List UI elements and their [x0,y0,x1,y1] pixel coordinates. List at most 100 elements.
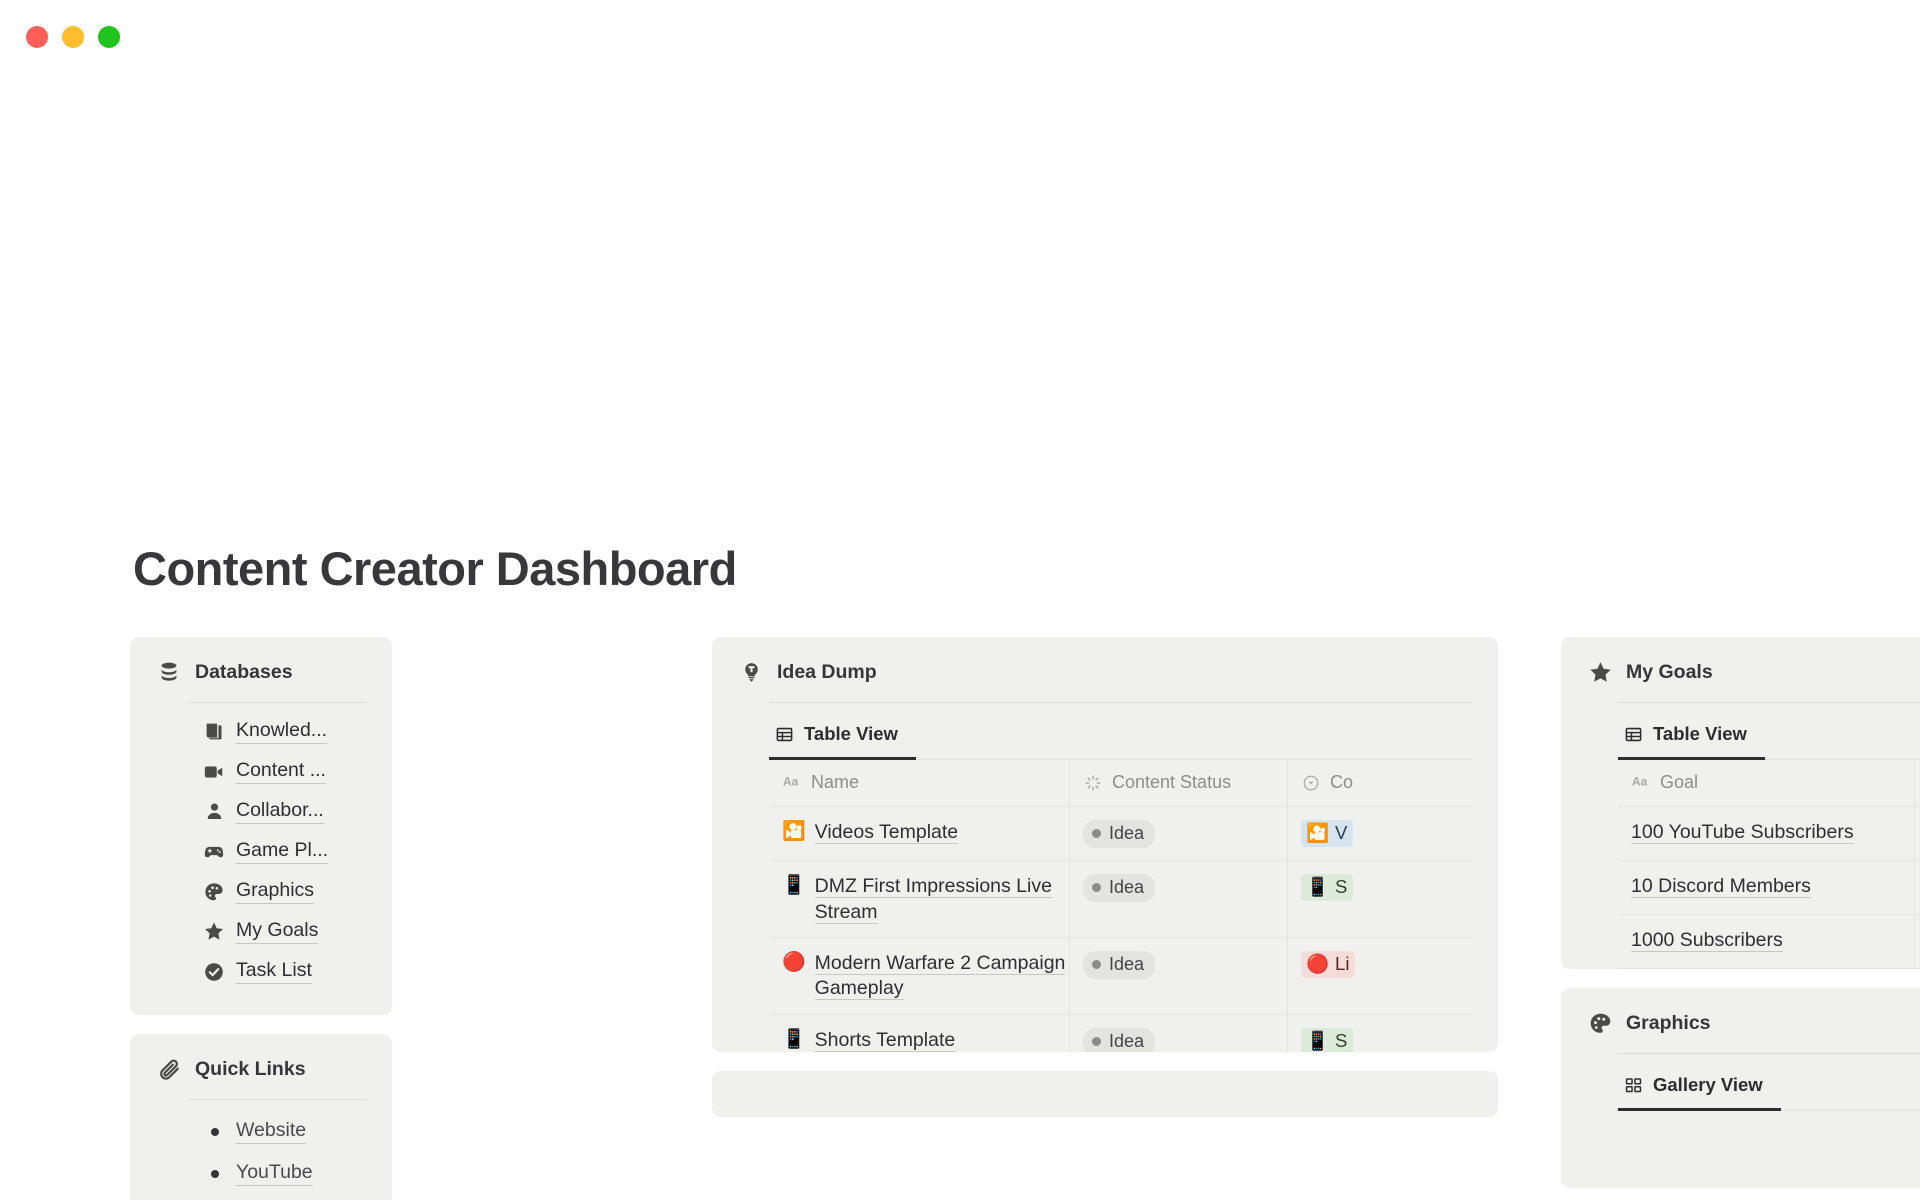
book-icon [203,721,225,743]
table-row[interactable]: 1000 Subscribers ✅ [1618,915,1920,970]
sidebar-item-label: Collabor... [236,799,324,825]
list-item[interactable]: Website [211,1110,366,1152]
cell-goal[interactable]: 1000 Subscribers [1618,915,1914,968]
table-row[interactable]: 🔴 Modern Warfare 2 Campaign Gameplay Ide… [769,938,1472,1015]
tag-label: S [1335,1029,1348,1051]
tag-emoji-icon: 📱 [1306,876,1330,898]
status-label: Idea [1109,1030,1145,1051]
type-tag: 📱 S [1301,874,1354,902]
row-emoji-icon: 🎦 [782,821,806,843]
status-badge: Idea [1083,951,1156,980]
table-icon [1624,725,1643,744]
sidebar-item-game-plan[interactable]: Game Pl... [203,831,366,871]
cell-content-type[interactable]: 🔴 Li [1287,938,1472,1014]
status-dot-icon [1092,960,1101,970]
goal-name-link[interactable]: 10 Discord Members [1631,875,1811,899]
sidebar-item-graphics[interactable]: Graphics [203,871,366,911]
table-row[interactable]: 🎦 Videos Template Idea 🎦 V [769,807,1472,862]
cell-achieved[interactable]: ✅ [1914,861,1920,915]
row-emoji-icon: 📱 [782,875,806,897]
svg-text:Aa: Aa [1632,775,1648,789]
row-emoji-icon: 📱 [782,1028,806,1050]
column-header-name[interactable]: Aa Name [769,760,1069,806]
row-name-link[interactable]: Modern Warfare 2 Campaign Gameplay [814,952,1066,1001]
sidebar-item-label: Task List [236,959,312,985]
gamepad-icon [203,841,225,863]
type-tag: 🔴 Li [1301,951,1356,979]
sidebar-item-label: Game Pl... [236,839,329,865]
table-row[interactable]: 100 YouTube Subscribers ✅ [1618,807,1920,862]
cell-content-type[interactable]: 📱 S [1287,1014,1472,1053]
bullet-icon [211,1127,219,1136]
middle-column: Idea Dump Table View Aa Name Content Sta… [712,637,1498,1118]
cell-name[interactable]: 🔴 Modern Warfare 2 Campaign Gameplay [769,938,1069,1014]
cell-name[interactable]: 📱 Shorts Template [769,1015,1069,1053]
cell-content-type[interactable]: 📱 S [1287,861,1472,938]
column-header-achieved[interactable]: Ach [1914,760,1920,807]
row-name-link[interactable]: Shorts Template [814,1028,956,1052]
cell-content-status[interactable]: Idea [1069,938,1287,1014]
window-minimize-button[interactable] [62,26,84,48]
cell-content-status[interactable]: Idea [1069,1014,1287,1053]
page-content: Content Creator Dashboard Databases Know… [0,544,1920,1200]
tab-label: Table View [804,723,898,745]
cell-goal[interactable]: 10 Discord Members [1618,861,1914,914]
my-goals-panel: My Goals Table View Aa Goal 100 YouTube … [1561,637,1920,970]
row-name-link[interactable]: DMZ First Impressions Live Stream [814,875,1052,924]
cell-content-type[interactable]: 🎦 V [1287,807,1472,861]
cell-name[interactable]: 🎦 Videos Template [769,807,1069,860]
text-type-icon: Aa [782,774,802,789]
goal-name-link[interactable]: 100 YouTube Subscribers [1631,821,1854,845]
svg-text:Aa: Aa [783,775,799,789]
column-header-content-type[interactable]: Co [1287,760,1472,807]
cell-goal[interactable]: 100 YouTube Subscribers [1618,807,1914,860]
sidebar-item-label: Graphics [236,879,315,905]
cell-achieved[interactable]: ✅ [1914,807,1920,861]
cell-name[interactable]: 📱 DMZ First Impressions Live Stream [769,861,1069,937]
sidebar-item-content[interactable]: Content ... [203,751,366,791]
row-name-link[interactable]: Videos Template [814,821,959,845]
column-header-content-status[interactable]: Content Status [1069,760,1287,807]
table-row[interactable]: 10 Discord Members ✅ [1618,861,1920,916]
graphics-divider [1618,1053,1920,1055]
text-type-icon: Aa [1631,774,1651,789]
column-label: Content Status [1112,772,1232,793]
star-icon [1587,659,1613,685]
lightbulb-icon [738,659,764,685]
graphics-header: Graphics [1587,1010,1920,1039]
table-row[interactable]: 📱 DMZ First Impressions Live Stream Idea… [769,861,1472,939]
right-column: My Goals Table View Aa Goal 100 YouTube … [1561,637,1920,1189]
cell-achieved[interactable]: ✅ [1914,915,1920,969]
window-zoom-button[interactable] [98,26,120,48]
list-item[interactable]: YouTube [211,1152,366,1194]
sidebar-item-label: Content ... [236,759,326,785]
star-icon [203,921,225,943]
sidebar-item-collaborators[interactable]: Collabor... [203,791,366,831]
sidebar-item-task-list[interactable]: Task List [203,951,366,991]
cell-content-status[interactable]: Idea [1069,861,1287,938]
sidebar-item-my-goals[interactable]: My Goals [203,911,366,951]
table-row[interactable]: 📱 Shorts Template Idea 📱 S [769,1014,1472,1053]
status-label: Idea [1109,954,1145,975]
idea-dump-divider [769,702,1472,704]
left-column: Databases Knowled... Content ... Collabo… [130,637,392,1200]
databases-divider [187,702,366,704]
column-header-goal[interactable]: Aa Goal [1618,760,1914,806]
tab-gallery-view[interactable]: Gallery View [1618,1074,1781,1112]
idea-dump-table: Aa Name Content Status Co 🎦 Videos Templ… [769,760,1472,1053]
next-panel-below [712,1071,1498,1118]
tab-table-view[interactable]: Table View [1618,723,1765,761]
tab-table-view[interactable]: Table View [769,723,916,761]
goal-name-link[interactable]: 1000 Subscribers [1631,929,1783,953]
check-circle-icon [203,961,225,983]
cell-content-status[interactable]: Idea [1069,807,1287,861]
window-close-button[interactable] [26,26,48,48]
person-icon [203,801,225,823]
database-icon [156,659,182,685]
table-header-row: Aa Goal Ach [1618,760,1920,808]
sidebar-item-knowledge[interactable]: Knowled... [203,711,366,751]
page-title: Content Creator Dashboard [133,542,737,595]
tag-emoji-icon: 🎦 [1306,822,1330,844]
my-goals-table: Aa Goal Ach [1618,760,1920,970]
graphics-title: Graphics [1626,1011,1711,1034]
